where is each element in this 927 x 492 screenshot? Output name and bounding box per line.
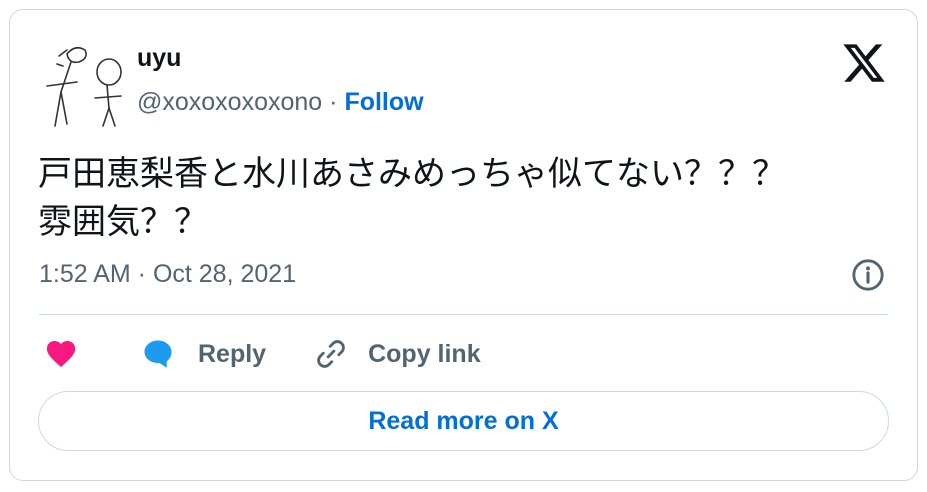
follow-button[interactable]: Follow bbox=[344, 88, 423, 116]
action-bar: Reply Copy link bbox=[39, 332, 481, 376]
avatar[interactable] bbox=[37, 34, 133, 130]
heart-icon bbox=[46, 340, 76, 368]
handle-separator: · bbox=[322, 88, 345, 116]
reply-button[interactable]: Reply bbox=[140, 336, 266, 372]
copy-link-button[interactable]: Copy link bbox=[314, 337, 481, 371]
x-logo-icon[interactable] bbox=[841, 40, 887, 86]
like-button[interactable] bbox=[44, 337, 78, 371]
divider bbox=[39, 314, 888, 315]
info-icon[interactable] bbox=[851, 258, 885, 292]
author-handle-row: @xoxoxoxoxono · Follow bbox=[137, 88, 424, 117]
read-more-button[interactable]: Read more on X bbox=[38, 391, 889, 451]
copy-link-label: Copy link bbox=[368, 339, 481, 368]
tweet-timestamp[interactable]: 1:52 AM · Oct 28, 2021 bbox=[39, 260, 296, 289]
reply-label: Reply bbox=[198, 339, 267, 368]
author-handle[interactable]: @xoxoxoxoxono bbox=[137, 88, 322, 116]
tweet-card: uyu @xoxoxoxoxono · Follow 戸田恵梨香と水川あさみめっ… bbox=[9, 9, 918, 481]
link-icon bbox=[317, 340, 345, 368]
author-name[interactable]: uyu bbox=[137, 44, 181, 73]
speech-bubble-icon bbox=[144, 340, 172, 368]
tweet-text: 戸田恵梨香と水川あさみめっちゃ似てない？？？ 雰囲気？？ bbox=[38, 154, 786, 242]
